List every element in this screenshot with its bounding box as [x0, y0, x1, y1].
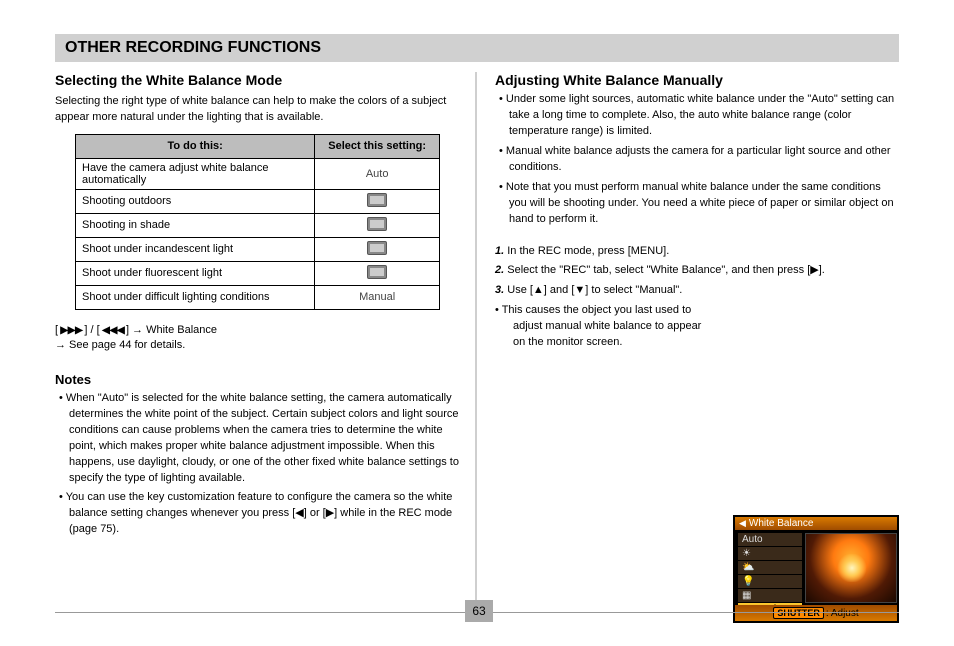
lcd-option-daylight: ☀ — [738, 547, 802, 561]
table-row: Shooting outdoors — [76, 189, 440, 213]
wb-row-label: Shoot under fluorescent light — [76, 261, 315, 285]
note-item: You can use the key customization featur… — [55, 490, 460, 538]
lcd-option-shade: ⛅ — [738, 561, 802, 575]
wb-row-value — [315, 237, 440, 261]
wb-row-value: Manual — [315, 285, 440, 309]
incandescent-icon — [367, 241, 387, 255]
wb-row-label: Shooting outdoors — [76, 189, 315, 213]
wb-row-label: Shoot under difficult lighting condition… — [76, 285, 315, 309]
table-row: Shoot under fluorescent light — [76, 261, 440, 285]
wb-row-value — [315, 189, 440, 213]
wb-row-value: Auto — [315, 158, 440, 189]
daylight-icon — [367, 193, 387, 207]
lcd-preview-thumbnail — [805, 533, 897, 603]
page-header: OTHER RECORDING FUNCTIONS — [55, 34, 899, 62]
white-balance-table: To do this: Select this setting: Have th… — [75, 134, 440, 310]
note-item: When "Auto" is selected for the white ba… — [55, 391, 460, 487]
skip-forward-icon: ▶▶▶ — [60, 322, 82, 338]
notes-heading: Notes — [55, 372, 460, 387]
intro-text: Selecting the right type of white balanc… — [55, 94, 460, 126]
section-title-white-balance: Selecting the White Balance Mode — [55, 72, 460, 88]
wb-row-label: Shooting in shade — [76, 213, 315, 237]
section-title-manual-wb: Adjusting White Balance Manually — [495, 72, 900, 88]
lcd-title-text: White Balance — [749, 518, 813, 529]
wb-row-value — [315, 213, 440, 237]
table-row: Have the camera adjust white balance aut… — [76, 158, 440, 189]
lcd-footer: SHUTTER : Adjust — [735, 605, 897, 621]
nav-hint-line: [ ▶▶▶ ] / [ ◀◀◀ ] → White Balance — [55, 322, 460, 338]
step-item: 2. Select the "REC" tab, select "White B… — [495, 263, 900, 279]
column-divider — [475, 72, 477, 602]
lcd-option-incandescent: 💡 — [738, 575, 802, 589]
page-number: 63 — [465, 600, 493, 622]
wb-row-value — [315, 261, 440, 285]
bullet-item: Manual white balance adjusts the camera … — [495, 144, 900, 176]
step-item: 3. Use [▲] and [▼] to select "Manual". — [495, 283, 715, 299]
shutter-label: SHUTTER — [773, 607, 824, 619]
shade-icon — [367, 217, 387, 231]
table-row: Shoot under difficult lighting condition… — [76, 285, 440, 309]
table-header-action: To do this: — [76, 134, 315, 158]
lcd-title-bar: ◀ White Balance — [735, 517, 897, 531]
table-row: Shoot under incandescent light — [76, 237, 440, 261]
left-column: Selecting the White Balance Mode Selecti… — [55, 72, 460, 542]
adjust-label: : Adjust — [826, 608, 859, 619]
wb-row-label: Shoot under incandescent light — [76, 237, 315, 261]
fluorescent-icon — [367, 265, 387, 279]
bullet-item: Under some light sources, automatic whit… — [495, 92, 900, 140]
back-triangle-icon: ◀ — [739, 518, 746, 529]
nav-hint-ref: → See page 44 for details. — [55, 338, 460, 354]
step-item: 1. In the REC mode, press [MENU]. — [495, 244, 900, 260]
wb-row-label: Have the camera adjust white balance aut… — [76, 158, 315, 189]
lcd-option-fluorescent: ▦ — [738, 589, 802, 603]
step-subnote: • This causes the object you last used t… — [495, 303, 715, 351]
bullet-item: Note that you must perform manual white … — [495, 180, 900, 228]
page-title: OTHER RECORDING FUNCTIONS — [65, 39, 321, 57]
lcd-option-auto: Auto — [738, 533, 802, 547]
right-column: Adjusting White Balance Manually Under s… — [495, 72, 900, 403]
camera-lcd-mockup: ◀ White Balance Auto ☀ ⛅ 💡 ▦ Manual SHUT… — [733, 515, 899, 623]
table-header-setting: Select this setting: — [315, 134, 440, 158]
skip-back-icon: ◀◀◀ — [102, 322, 124, 338]
table-row: Shooting in shade — [76, 213, 440, 237]
